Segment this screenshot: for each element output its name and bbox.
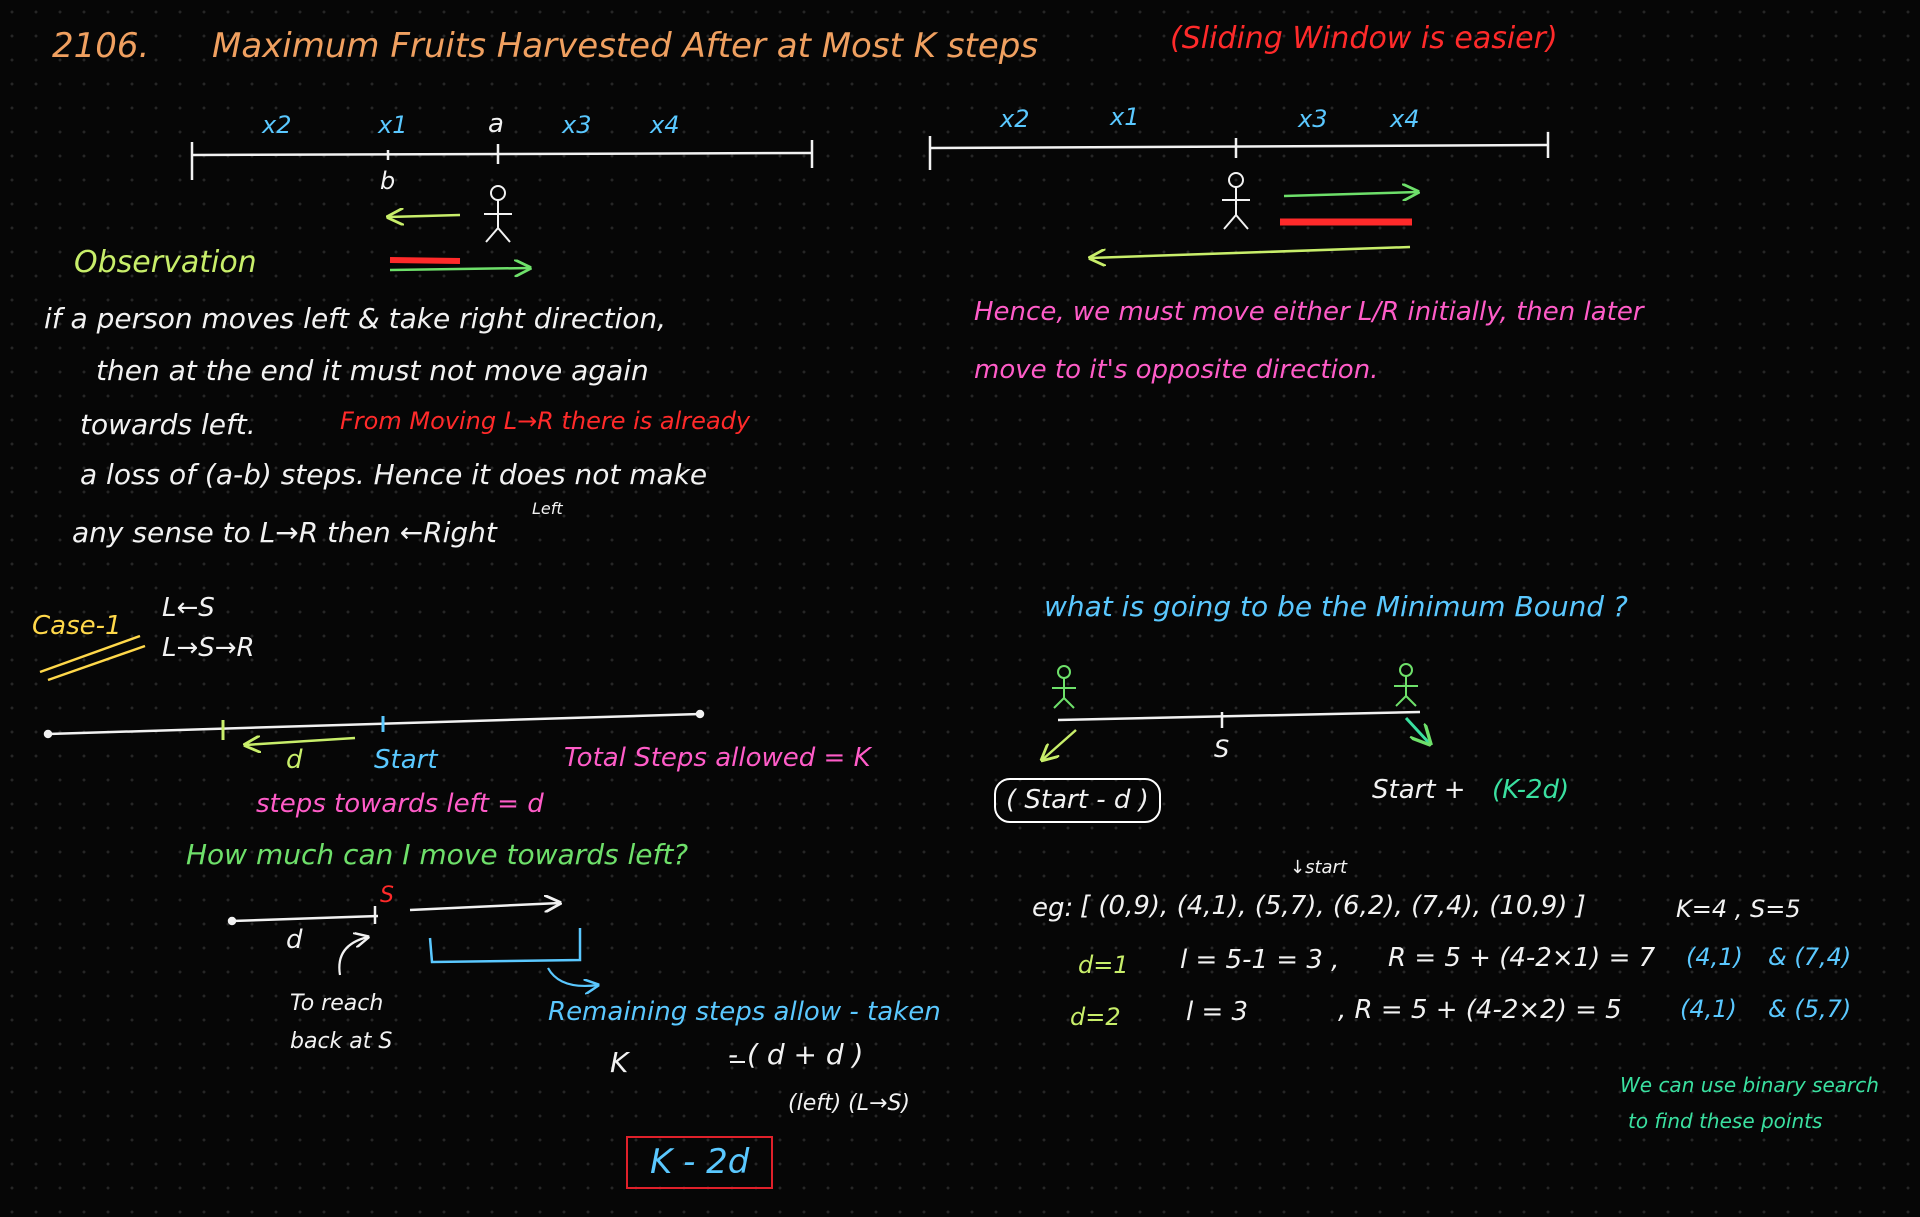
- bound-number-line: [1057, 710, 1421, 728]
- observation-line-5: any sense to L→R then ←Right: [72, 516, 497, 549]
- example-row2-l: l = 3: [1186, 997, 1249, 1027]
- diagram1-label-x3: x3: [562, 111, 592, 139]
- diagram2-label-x3: x3: [1298, 105, 1328, 133]
- example-k-s: K=4 , S=5: [1676, 895, 1801, 923]
- observation-line-2: then at the end it must not move again: [96, 354, 649, 387]
- binary-note-2: to find these points: [1628, 1109, 1823, 1133]
- diagram2-left-arrow: [1090, 245, 1411, 258]
- bound-left-person: [1052, 665, 1076, 709]
- diagram2-right-arrow: [1283, 192, 1418, 196]
- left-move-d-arrow: [245, 738, 356, 745]
- diagram2-person: [1222, 172, 1250, 230]
- small-d-label: d: [286, 925, 303, 955]
- diagram1-label-b: b: [380, 167, 396, 195]
- whiteboard-canvas: [39, 132, 1550, 1063]
- diagram1-right-arrow: [389, 268, 530, 270]
- example-row2-d: d=2: [1070, 1003, 1121, 1031]
- example-fruits: [ (0,9), (4,1), (5,7), (6,2), (7,4), (10…: [1080, 891, 1586, 921]
- total-steps-label: Total Steps allowed = K: [564, 743, 871, 773]
- example-row2-p2: & (5,7): [1768, 995, 1852, 1023]
- diagram1-number-line: [190, 140, 814, 180]
- bound-question: what is going to be the Minimum Bound ?: [1044, 590, 1628, 623]
- bound-left-arrow: [1042, 729, 1077, 760]
- problem-title: Maximum Fruits Harvested After at Most K…: [212, 26, 1039, 66]
- diagram2-label-x1: x1: [1110, 103, 1140, 131]
- small-s-line: [227, 906, 379, 926]
- remaining-bracket: [428, 928, 582, 964]
- diagram1-label-x2: x2: [262, 111, 292, 139]
- title-note: (Sliding Window is easier): [1170, 21, 1558, 56]
- diagram2-number-line: [928, 132, 1550, 170]
- diagram1-person: [484, 185, 512, 243]
- diagram2-label-x2: x2: [1000, 105, 1030, 133]
- diagram2-label-x4: x4: [1390, 105, 1420, 133]
- result-box: K - 2d: [626, 1136, 774, 1190]
- left-move-d-label: d: [286, 745, 303, 775]
- observation-heading: Observation: [74, 245, 257, 280]
- diagram1-label-a: a: [488, 109, 504, 139]
- observation-line-1: if a person moves left & take right dire…: [44, 302, 667, 335]
- example-row1-l: l = 5-1 = 3 ,: [1180, 945, 1340, 975]
- observation-line-4: a loss of (a-b) steps. Hence it does not…: [80, 458, 708, 491]
- small-s-label: S: [380, 883, 394, 908]
- example-row1-d: d=1: [1078, 951, 1129, 979]
- example-row1-r: R = 5 + (4-2×1) = 7: [1388, 943, 1656, 973]
- case-label: Case-1: [32, 611, 122, 641]
- return-curve-arrow: [338, 937, 368, 976]
- steps-left-label: steps towards left = d: [256, 789, 544, 819]
- bound-right-arrow: [1404, 716, 1430, 744]
- formula-rest: - ( d + d ): [728, 1038, 864, 1071]
- bound-left-label: ( Start - d ): [994, 778, 1161, 823]
- bound-right-expr: (K-2d): [1492, 775, 1570, 805]
- hence-line-2: move to it's opposite direction.: [974, 355, 1379, 385]
- diagram1-label-x1: x1: [378, 111, 408, 139]
- problem-number: 2106.: [52, 26, 150, 66]
- small-s-right-arrow: [409, 903, 560, 910]
- left-move-question: How much can I move towards left?: [186, 838, 689, 871]
- example-eg-label: eg:: [1032, 893, 1074, 923]
- example-row1-p1: (4,1): [1686, 943, 1743, 971]
- observation-left-small: Left: [532, 499, 563, 518]
- diagram1-label-x4: x4: [650, 111, 680, 139]
- example-row2-p1: (4,1): [1680, 995, 1737, 1023]
- left-move-number-line: [43, 709, 705, 739]
- observation-red-note: From Moving L→R there is already: [340, 407, 751, 435]
- left-move-start-label: Start: [374, 745, 438, 775]
- return-label-1: To reach: [290, 991, 384, 1016]
- formula-k: K: [610, 1046, 629, 1079]
- remaining-curve-arrow: [547, 967, 598, 986]
- remaining-label: Remaining steps allow - taken: [548, 997, 941, 1027]
- example-row2-r: , R = 5 + (4-2×2) = 5: [1338, 995, 1622, 1025]
- diagram1-left-arrow: [388, 215, 461, 217]
- case-line-2: L→S→R: [162, 633, 255, 663]
- formula-sub: (left) (L→S): [788, 1091, 910, 1116]
- bound-right-person: [1394, 663, 1418, 707]
- binary-note-1: We can use binary search: [1620, 1073, 1879, 1097]
- hence-line-1: Hence, we must move either L/R initially…: [974, 297, 1644, 327]
- diagram1-loss-bar: [389, 257, 461, 264]
- bound-s-label: S: [1214, 735, 1230, 763]
- example-row1-p2: & (7,4): [1768, 943, 1852, 971]
- bound-right-prefix: Start +: [1372, 775, 1466, 805]
- observation-line-3: towards left.: [80, 408, 256, 441]
- example-start-marker: ↓start: [1290, 857, 1348, 878]
- case-line-1: L←S: [162, 593, 215, 623]
- return-label-2: back at S: [290, 1029, 393, 1054]
